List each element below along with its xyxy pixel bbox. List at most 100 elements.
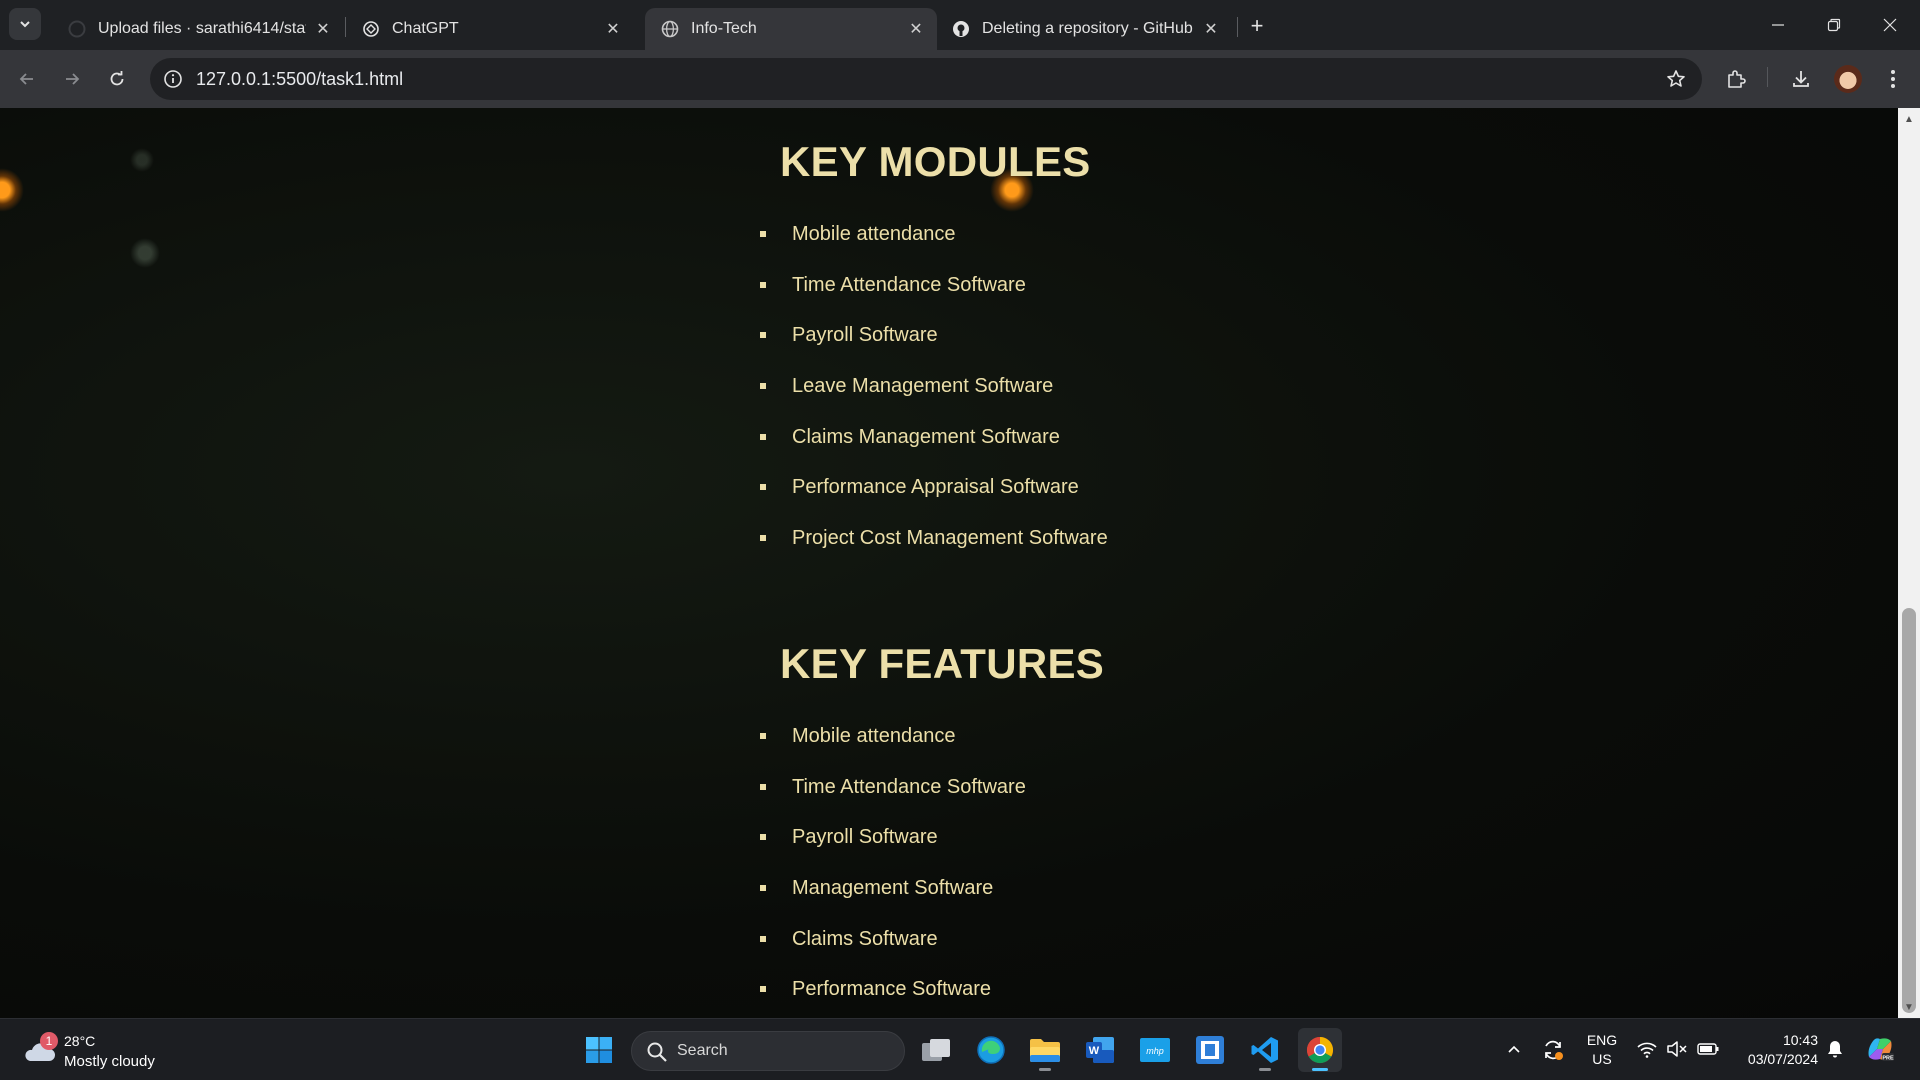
close-icon[interactable]: ✕ xyxy=(1202,20,1220,38)
list-item: Claims Software xyxy=(760,927,1026,978)
scroll-up-arrow-icon[interactable]: ▲ xyxy=(1898,110,1920,128)
tab-info-tech[interactable]: Info-Tech ✕ xyxy=(645,8,937,50)
task-view-button[interactable] xyxy=(914,1028,958,1072)
svg-text:mhp: mhp xyxy=(1146,1046,1164,1056)
svg-text:W: W xyxy=(1089,1045,1100,1057)
app-icon xyxy=(1196,1036,1224,1064)
back-button[interactable] xyxy=(10,62,44,96)
clock-time: 10:43 xyxy=(1782,1032,1818,1048)
sync-icon xyxy=(1545,1040,1563,1060)
key-features-list: Mobile attendance Time Attendance Softwa… xyxy=(760,724,1026,1018)
list-item: Time Attendance Software xyxy=(760,775,1026,826)
task-view-icon xyxy=(922,1039,950,1061)
tab-deleting-repository[interactable]: Deleting a repository - GitHub D ✕ xyxy=(936,8,1232,50)
arrow-left-icon xyxy=(19,73,33,85)
tab-chatgpt[interactable]: ChatGPT ✕ xyxy=(346,8,634,50)
address-bar[interactable]: 127.0.0.1:5500/task1.html xyxy=(150,58,1702,100)
scrollbar-thumb[interactable] xyxy=(1902,608,1916,1013)
windows-start-icon xyxy=(586,1037,612,1063)
chrome-icon xyxy=(1306,1036,1334,1064)
page-scrollbar[interactable]: ▲ ▼ xyxy=(1898,108,1920,1018)
edge-app[interactable] xyxy=(969,1028,1013,1072)
notifications-button[interactable] xyxy=(1825,1037,1845,1061)
svg-text:PRE: PRE xyxy=(1882,1056,1894,1062)
battery-status[interactable] xyxy=(1696,1037,1720,1061)
windows-taskbar: 1 28°C Mostly cloudy Search W mhp ENG US… xyxy=(0,1018,1920,1080)
tab-upload-files[interactable]: Upload files · sarathi6414/static ✕ xyxy=(52,8,344,50)
chevron-down-icon xyxy=(20,21,30,28)
notification-badge: 1 xyxy=(40,1032,58,1050)
minimize-icon xyxy=(1772,24,1784,26)
key-modules-heading: KEY MODULES xyxy=(780,138,1091,185)
chevron-up-icon xyxy=(1508,1045,1520,1053)
tab-title: Info-Tech xyxy=(691,20,757,37)
weather-condition: Mostly cloudy xyxy=(64,1053,155,1070)
site-info-icon[interactable] xyxy=(162,68,184,90)
arrow-right-icon xyxy=(66,73,80,85)
downloads-button[interactable] xyxy=(1786,64,1816,94)
restore-button[interactable] xyxy=(1814,10,1854,40)
decorative-glow xyxy=(130,238,160,268)
globe-icon xyxy=(661,20,679,38)
battery-icon xyxy=(1697,1043,1719,1055)
vscode-icon xyxy=(1251,1037,1278,1063)
browser-menu-button[interactable] xyxy=(1878,64,1908,94)
edge-icon xyxy=(977,1036,1005,1064)
new-tab-button[interactable]: + xyxy=(1243,12,1271,40)
scroll-down-arrow-icon[interactable]: ▼ xyxy=(1898,998,1920,1016)
language-code: ENG xyxy=(1586,1032,1618,1048)
active-indicator xyxy=(1312,1068,1328,1071)
mahp-app[interactable]: mhp xyxy=(1133,1028,1177,1072)
search-label: Search xyxy=(677,1042,728,1059)
weather-temperature: 28°C xyxy=(64,1033,96,1049)
chrome-app[interactable] xyxy=(1298,1028,1342,1072)
close-icon[interactable]: ✕ xyxy=(604,20,622,38)
search-icon xyxy=(647,1042,667,1062)
clock-date: 03/07/2024 xyxy=(1747,1051,1818,1067)
word-app[interactable]: W xyxy=(1078,1028,1122,1072)
puzzle-icon xyxy=(1728,70,1746,88)
copilot-icon: PRE xyxy=(1868,1038,1894,1062)
wifi-icon xyxy=(1637,1042,1657,1058)
forward-button[interactable] xyxy=(55,62,89,96)
page-viewport: KEY MODULES Mobile attendance Time Atten… xyxy=(0,108,1898,1018)
profile-avatar[interactable] xyxy=(1834,65,1862,93)
list-item: Leave Management Software xyxy=(760,374,1108,425)
volume-status[interactable] xyxy=(1666,1037,1688,1061)
vscode-app[interactable] xyxy=(1243,1028,1287,1072)
wifi-status[interactable] xyxy=(1636,1037,1658,1061)
tab-search-button[interactable] xyxy=(9,8,41,40)
file-explorer-app[interactable] xyxy=(1023,1028,1067,1072)
kebab-menu-icon xyxy=(1891,70,1895,88)
list-item: Project Cost Management Software xyxy=(760,526,1108,577)
extensions-button[interactable] xyxy=(1721,64,1751,94)
reload-icon xyxy=(110,71,124,86)
list-item: Mobile attendance xyxy=(760,222,1108,273)
close-icon[interactable]: ✕ xyxy=(314,20,332,38)
download-icon xyxy=(1793,71,1809,87)
taskbar-search-box[interactable]: Search xyxy=(631,1031,905,1071)
chatgpt-icon xyxy=(362,20,380,38)
bookmark-star-icon[interactable] xyxy=(1664,67,1688,91)
pinned-app[interactable] xyxy=(1188,1028,1232,1072)
copilot-button[interactable]: PRE xyxy=(1864,1035,1896,1063)
minimize-button[interactable] xyxy=(1758,10,1798,40)
close-icon[interactable]: ✕ xyxy=(907,20,925,38)
bell-icon xyxy=(1828,1041,1842,1058)
browser-tab-strip: Upload files · sarathi6414/static ✕ Chat… xyxy=(0,0,1920,50)
start-button[interactable] xyxy=(577,1028,621,1072)
sync-status-button[interactable] xyxy=(1540,1037,1566,1063)
show-hidden-icons-button[interactable] xyxy=(1504,1037,1524,1061)
browser-toolbar: 127.0.0.1:5500/task1.html xyxy=(0,50,1920,108)
word-icon: W xyxy=(1086,1037,1114,1063)
weather-widget[interactable]: 1 28°C Mostly cloudy xyxy=(20,1031,200,1071)
system-clock[interactable]: 10:43 03/07/2024 xyxy=(1738,1031,1818,1069)
input-language-indicator[interactable]: ENG US xyxy=(1583,1031,1621,1069)
mahp-icon: mhp xyxy=(1140,1038,1170,1062)
region-code: US xyxy=(1592,1051,1612,1067)
reload-button[interactable] xyxy=(100,62,134,96)
list-item: Payroll Software xyxy=(760,825,1026,876)
close-window-button[interactable] xyxy=(1870,10,1910,40)
tab-title: Upload files · sarathi6414/static xyxy=(98,20,306,37)
url-text[interactable]: 127.0.0.1:5500/task1.html xyxy=(196,69,403,90)
